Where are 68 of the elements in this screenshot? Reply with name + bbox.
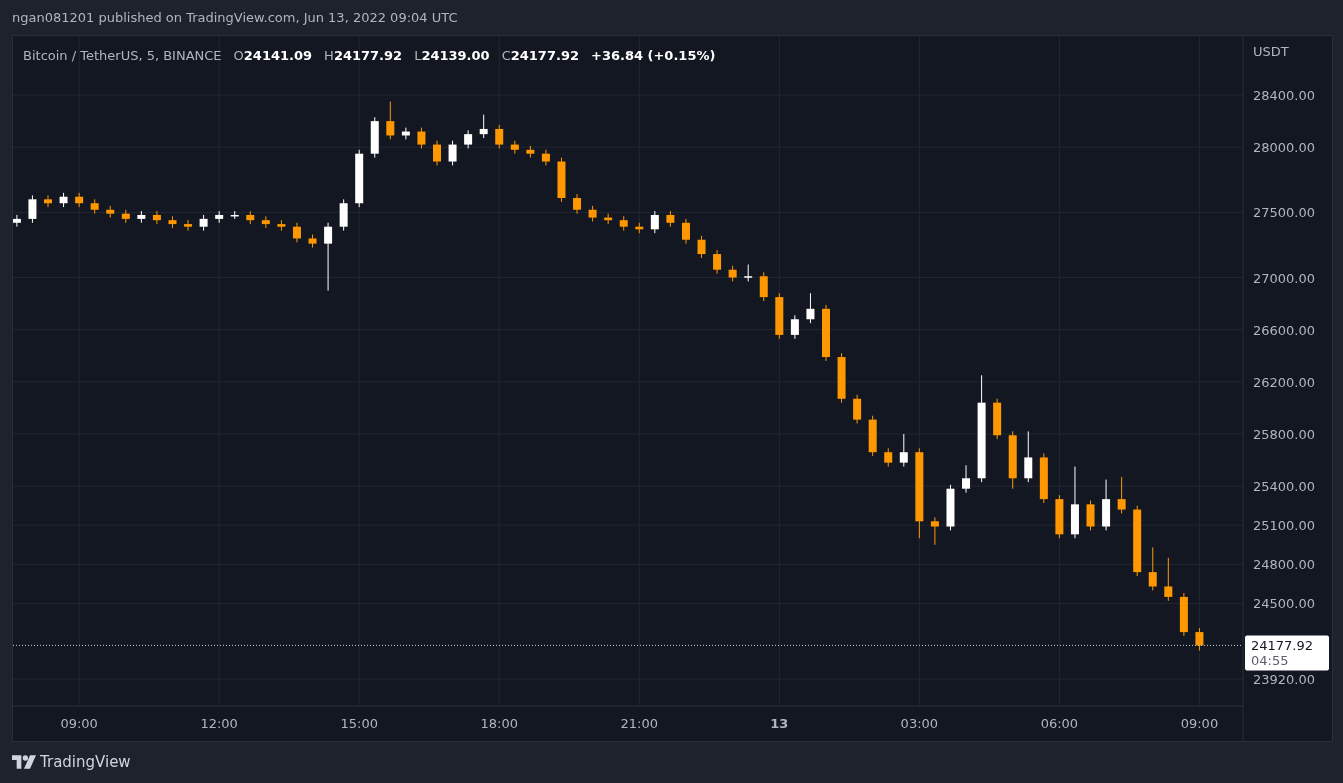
price-tick-label: 26200.00 bbox=[1253, 374, 1316, 390]
candlestick bbox=[650, 210, 659, 234]
candlestick bbox=[324, 222, 333, 292]
price-tick-label: 28000.00 bbox=[1253, 140, 1316, 156]
candlestick bbox=[573, 193, 582, 215]
candlestick bbox=[853, 394, 862, 425]
candlestick bbox=[1195, 627, 1204, 651]
candlestick bbox=[386, 101, 395, 140]
candlestick bbox=[417, 127, 426, 149]
candlestick bbox=[75, 192, 84, 208]
ohlc-value: H24177.92 bbox=[324, 47, 403, 65]
candlestick bbox=[1148, 546, 1157, 591]
candlestick bbox=[1117, 476, 1126, 514]
time-tick-label: 09:00 bbox=[60, 716, 98, 731]
candlestick bbox=[1164, 557, 1173, 602]
price-tick-label: 24800.00 bbox=[1253, 557, 1316, 573]
candlestick bbox=[806, 292, 815, 324]
candlestick bbox=[44, 194, 53, 208]
candlestick bbox=[152, 210, 161, 225]
candlestick bbox=[28, 194, 37, 224]
candlestick bbox=[1086, 499, 1095, 531]
price-tick-label: 26600.00 bbox=[1253, 322, 1316, 338]
candlestick bbox=[713, 249, 722, 275]
price-tick-label: 24500.00 bbox=[1253, 596, 1316, 612]
ohlc-value: C24177.92 bbox=[501, 47, 579, 65]
price-tick-label: 25400.00 bbox=[1253, 479, 1316, 495]
candlestick bbox=[292, 222, 301, 243]
ref-line-label: 24177.92 bbox=[1251, 638, 1314, 654]
candlestick bbox=[930, 516, 939, 546]
price-tick-label: 27000.00 bbox=[1253, 270, 1316, 286]
last-price-label: 24177.92 04:55 bbox=[1245, 635, 1329, 671]
candlestick bbox=[339, 198, 348, 232]
candlestick bbox=[899, 433, 908, 468]
time-tick-label: 09:00 bbox=[1180, 716, 1219, 731]
time-tick-label: 15:00 bbox=[340, 716, 378, 731]
candlestick bbox=[759, 271, 768, 302]
candlestick bbox=[697, 235, 706, 259]
price-tick-label: 25800.00 bbox=[1253, 426, 1316, 442]
candlestick bbox=[13, 214, 21, 228]
candlestick bbox=[433, 140, 441, 166]
candlestick bbox=[884, 447, 893, 468]
brand-name: TradingView bbox=[40, 751, 131, 773]
time-tick-label: 03:00 bbox=[900, 716, 939, 731]
candlestick bbox=[790, 314, 799, 340]
price-tick-label: 28400.00 bbox=[1253, 88, 1316, 104]
candlestick bbox=[962, 464, 971, 494]
time-tick-label: 21:00 bbox=[620, 716, 658, 731]
candlestick bbox=[1024, 430, 1033, 483]
time-tick-label: 13 bbox=[770, 716, 789, 731]
price-tick-label: 23920.00 bbox=[1253, 672, 1316, 687]
symbol-title: Bitcoin / TetherUS, 5, BINANCE bbox=[23, 47, 222, 65]
candlestick bbox=[479, 114, 488, 139]
ohlc-value: O24141.09 bbox=[233, 47, 313, 65]
candlestick bbox=[681, 218, 690, 245]
axis-unit: USDT bbox=[1253, 44, 1289, 59]
candlestick bbox=[495, 124, 504, 149]
price-tick-label: 27500.00 bbox=[1253, 205, 1316, 221]
price-change: +36.84 (+0.15%) bbox=[591, 47, 716, 65]
ohlc-value: L24139.00 bbox=[414, 47, 490, 65]
time-tick-label: 12:00 bbox=[200, 716, 238, 731]
price-tick-label: 25100.00 bbox=[1253, 518, 1316, 534]
candlestick bbox=[448, 140, 457, 166]
candlestick bbox=[184, 219, 193, 232]
publisher-line: ngan081201 published on TradingView.com, Jun 13, 2022 09:04 UTC bbox=[12, 8, 458, 27]
candlestick bbox=[464, 129, 473, 149]
time-tick-label: 18:00 bbox=[480, 716, 518, 731]
tradingview-logo-icon bbox=[12, 755, 36, 769]
time-tick-label: 06:00 bbox=[1040, 716, 1079, 731]
